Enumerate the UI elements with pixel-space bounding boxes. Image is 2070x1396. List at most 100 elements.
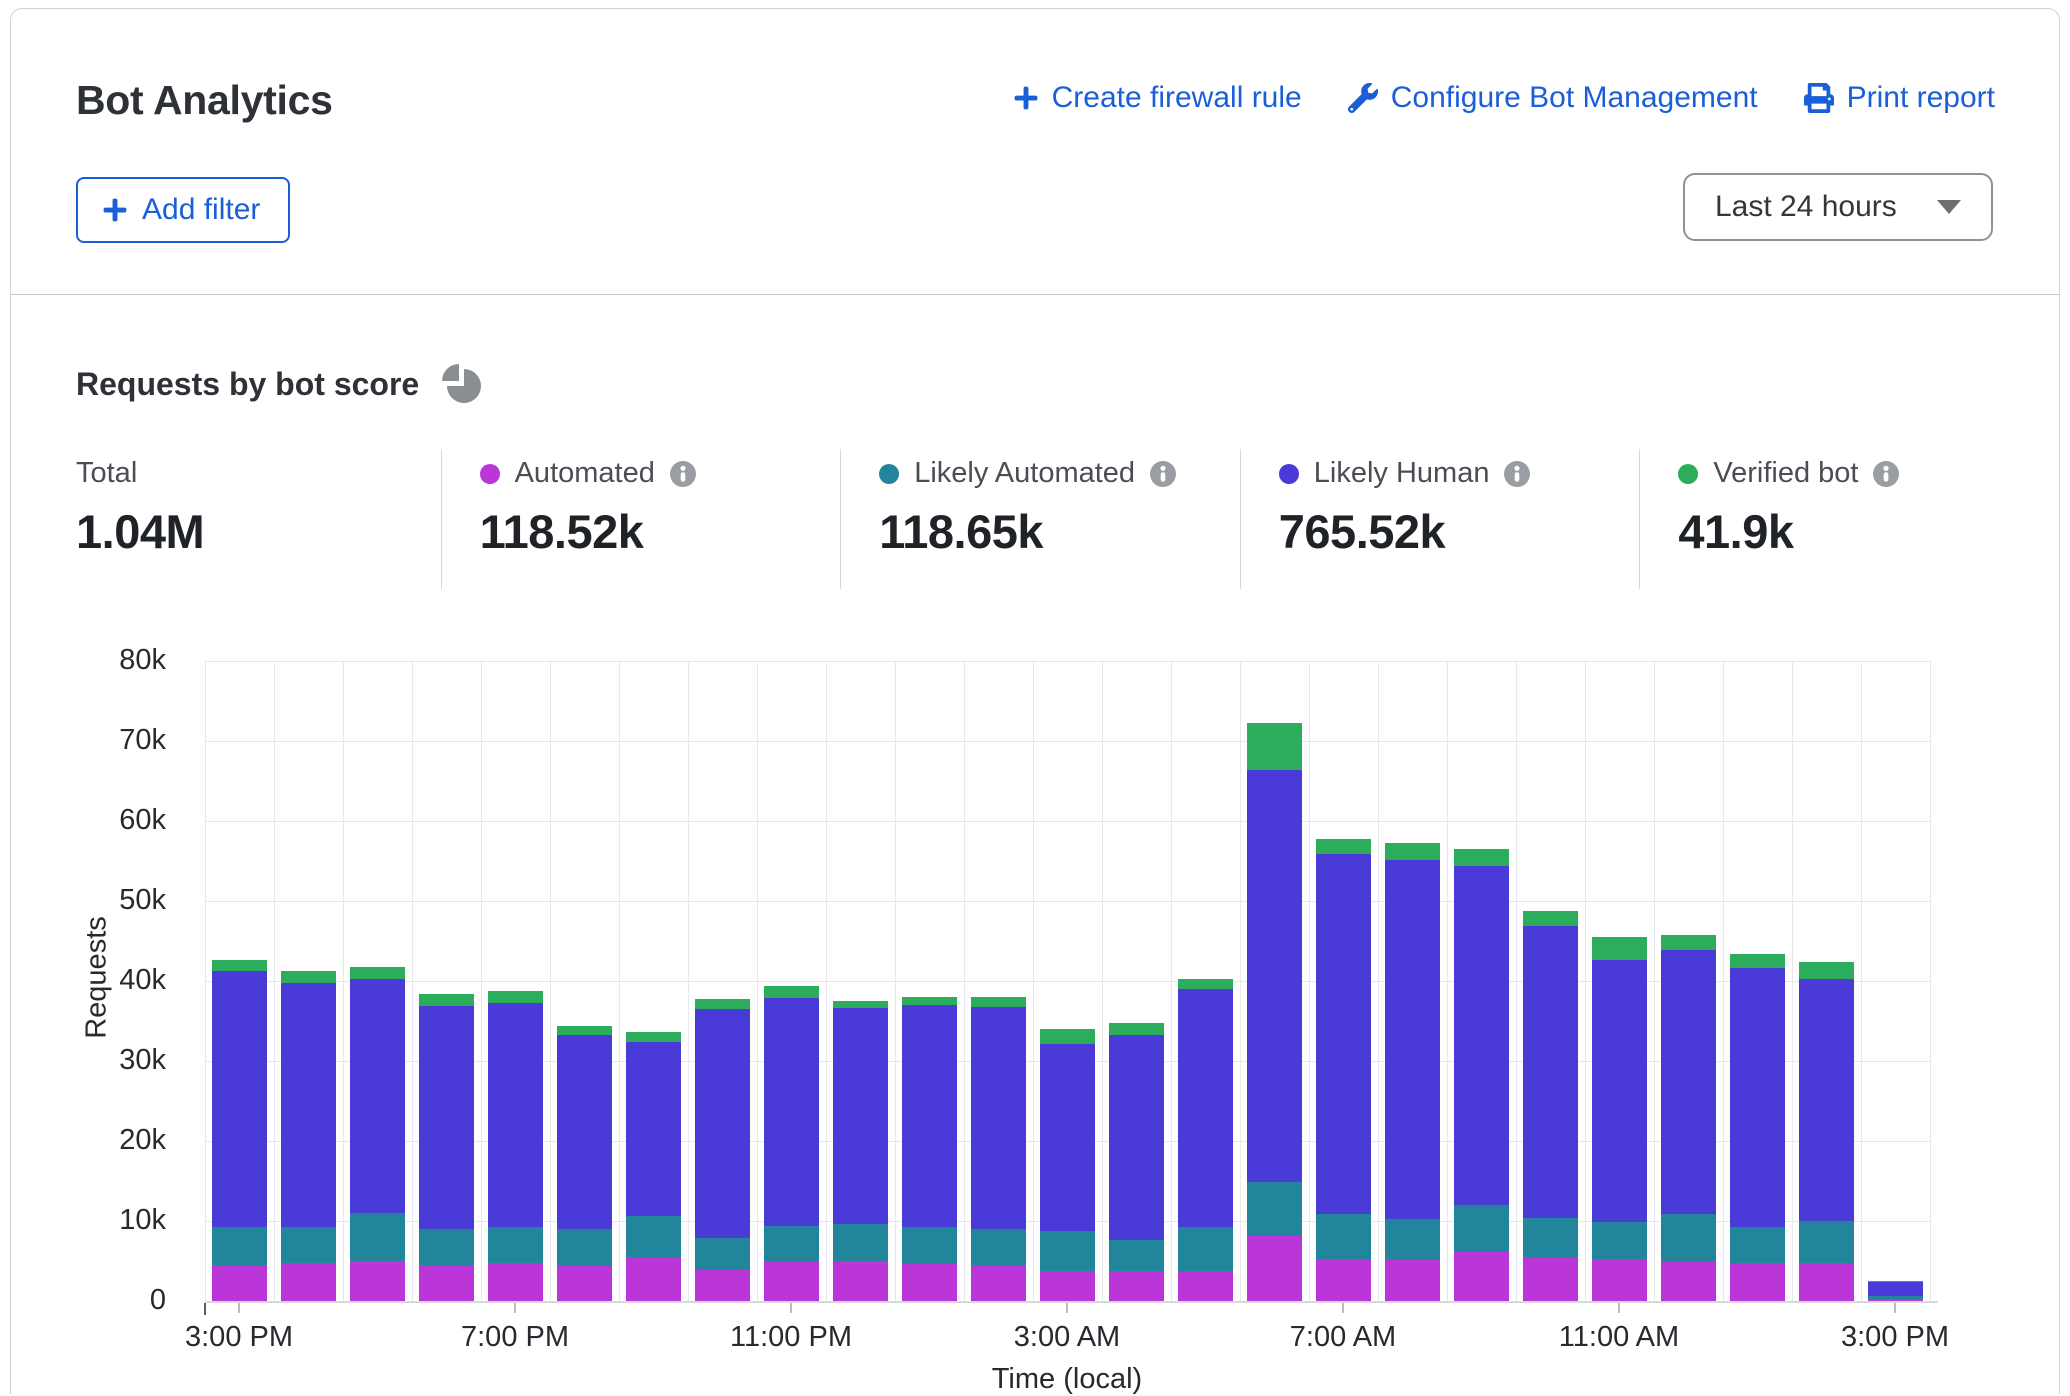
bar-12-00-am-9[interactable]	[833, 661, 888, 1301]
segment-likely-automated	[833, 1224, 888, 1261]
segment-likely-automated	[281, 1227, 336, 1263]
x-tick-5	[1618, 1303, 1620, 1313]
segment-likely-human	[1454, 866, 1509, 1205]
segment-likely-human	[1385, 860, 1440, 1219]
gridline-vertical	[1792, 661, 1793, 1301]
gridline-vertical	[1240, 661, 1241, 1301]
bar-3-00-pm-24[interactable]	[1868, 661, 1923, 1301]
bar-3-00-pm-0[interactable]	[212, 661, 267, 1301]
x-tick-3	[1066, 1303, 1068, 1313]
segment-likely-human	[1799, 979, 1854, 1221]
x-axis-label-7-00-pm-1: 7:00 PM	[395, 1321, 635, 1354]
segment-automated	[764, 1262, 819, 1301]
segment-verified-bot	[1454, 849, 1509, 866]
gridline-vertical	[1930, 661, 1931, 1301]
bar-11-00-am-20[interactable]	[1592, 661, 1647, 1301]
segment-automated	[626, 1257, 681, 1301]
bar-12-00-pm-21[interactable]	[1661, 661, 1716, 1301]
x-tick-6	[1894, 1303, 1896, 1313]
segment-likely-automated	[764, 1226, 819, 1262]
bar-9-00-pm-6[interactable]	[626, 661, 681, 1301]
x-axis-label-11-00-am-5: 11:00 AM	[1499, 1321, 1739, 1354]
segment-likely-automated	[1799, 1221, 1854, 1263]
segment-automated	[1178, 1271, 1233, 1301]
y-axis-label-0: 0	[51, 1284, 166, 1317]
segment-likely-human	[350, 979, 405, 1213]
bar-7-00-pm-4[interactable]	[488, 661, 543, 1301]
segment-likely-human	[1247, 770, 1302, 1182]
x-axis-label-3-00-pm-0: 3:00 PM	[119, 1321, 359, 1354]
segment-likely-human	[1730, 968, 1785, 1226]
bar-5-00-pm-2[interactable]	[350, 661, 405, 1301]
gridline-vertical	[550, 661, 551, 1301]
bar-10-00-am-19[interactable]	[1523, 661, 1578, 1301]
segment-likely-human	[281, 983, 336, 1227]
segment-verified-bot	[1247, 723, 1302, 770]
segment-likely-automated	[419, 1229, 474, 1265]
bar-9-00-am-18[interactable]	[1454, 661, 1509, 1301]
bar-6-00-am-15[interactable]	[1247, 661, 1302, 1301]
segment-verified-bot	[350, 967, 405, 980]
segment-likely-human	[695, 1009, 750, 1238]
gridline-vertical	[1723, 661, 1724, 1301]
bar-3-00-am-12[interactable]	[1040, 661, 1095, 1301]
bar-2-00-am-11[interactable]	[971, 661, 1026, 1301]
bar-5-00-am-14[interactable]	[1178, 661, 1233, 1301]
gridline-vertical	[1033, 661, 1034, 1301]
segment-automated	[281, 1263, 336, 1301]
bar-1-00-pm-22[interactable]	[1730, 661, 1785, 1301]
segment-likely-automated	[557, 1229, 612, 1266]
bot-analytics-card: Bot Analytics Create firewall ruleConfig…	[10, 8, 2060, 1394]
segment-likely-human	[971, 1007, 1026, 1229]
segment-automated	[1454, 1252, 1509, 1301]
gridline-vertical	[274, 661, 275, 1301]
x-axis-label-11-00-pm-2: 11:00 PM	[671, 1321, 911, 1354]
segment-likely-automated	[1178, 1227, 1233, 1271]
segment-automated	[350, 1261, 405, 1301]
bar-8-00-pm-5[interactable]	[557, 661, 612, 1301]
segment-likely-human	[488, 1003, 543, 1226]
segment-likely-human	[1661, 950, 1716, 1214]
gridline-vertical	[205, 661, 206, 1301]
bar-8-00-am-17[interactable]	[1385, 661, 1440, 1301]
bar-4-00-pm-1[interactable]	[281, 661, 336, 1301]
segment-automated	[557, 1266, 612, 1301]
segment-likely-human	[1523, 926, 1578, 1218]
bar-11-00-pm-8[interactable]	[764, 661, 819, 1301]
segment-automated	[1730, 1263, 1785, 1301]
segment-automated	[1316, 1259, 1371, 1301]
bar-6-00-pm-3[interactable]	[419, 661, 474, 1301]
segment-verified-bot	[626, 1032, 681, 1042]
segment-automated	[1523, 1257, 1578, 1301]
segment-verified-bot	[1868, 1281, 1923, 1282]
y-axis-label-80k: 80k	[51, 644, 166, 677]
segment-likely-human	[902, 1005, 957, 1227]
y-axis-title: Requests	[81, 828, 114, 1128]
segment-likely-human	[626, 1042, 681, 1216]
segment-automated	[1109, 1271, 1164, 1301]
gridline-vertical	[1171, 661, 1172, 1301]
segment-automated	[1592, 1259, 1647, 1301]
segment-likely-human	[1592, 960, 1647, 1222]
segment-likely-automated	[902, 1227, 957, 1264]
bar-7-00-am-16[interactable]	[1316, 661, 1371, 1301]
bar-2-00-pm-23[interactable]	[1799, 661, 1854, 1301]
segment-likely-automated	[1040, 1231, 1095, 1271]
segment-automated	[833, 1261, 888, 1301]
segment-likely-automated	[1868, 1296, 1923, 1298]
segment-verified-bot	[281, 971, 336, 983]
gridline-vertical	[1654, 661, 1655, 1301]
segment-verified-bot	[695, 999, 750, 1009]
y-axis-label-70k: 70k	[51, 724, 166, 757]
gridline-vertical	[412, 661, 413, 1301]
segment-likely-automated	[488, 1227, 543, 1263]
gridline-vertical	[826, 661, 827, 1301]
gridline-vertical	[1516, 661, 1517, 1301]
segment-automated	[212, 1265, 267, 1301]
segment-likely-automated	[1454, 1205, 1509, 1252]
bar-4-00-am-13[interactable]	[1109, 661, 1164, 1301]
bar-10-00-pm-7[interactable]	[695, 661, 750, 1301]
segment-automated	[488, 1263, 543, 1301]
bar-1-00-am-10[interactable]	[902, 661, 957, 1301]
segment-automated	[419, 1265, 474, 1301]
